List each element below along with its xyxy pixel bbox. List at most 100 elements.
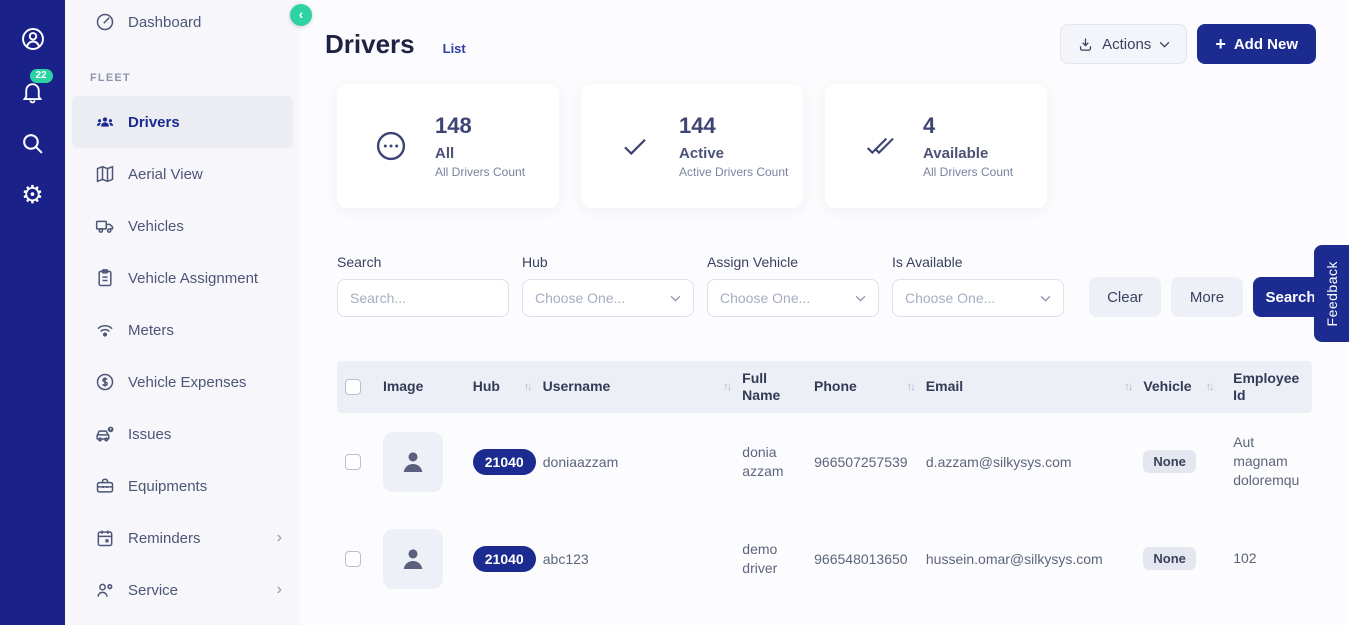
assign-vehicle-select[interactable]: Choose One...	[707, 279, 879, 317]
sidebar-item-label: Issues	[128, 425, 172, 443]
actions-button[interactable]: Actions	[1060, 24, 1188, 64]
car-alert-icon	[96, 426, 114, 442]
hub-cell: 21040	[467, 448, 537, 475]
sidebar-item-drivers[interactable]: Drivers	[72, 96, 293, 148]
filter-hub: Hub Choose One...	[522, 254, 694, 317]
hub-badge: 21040	[472, 448, 536, 475]
add-new-button-label: Add New	[1233, 35, 1298, 53]
employee-id-cell: Aut magnam doloremqu	[1233, 434, 1300, 488]
is-available-filter-label: Is Available	[892, 254, 963, 270]
sidebar-item-label: Equipments	[128, 477, 208, 495]
sidebar-item-label: Reminders	[128, 529, 201, 547]
hub-select-value: Choose One...	[535, 290, 626, 306]
vehicle-cell: None	[1137, 547, 1227, 570]
sort-icon[interactable]: ↑↓	[901, 381, 916, 393]
sidebar-collapse-button[interactable]: ‹	[290, 4, 312, 26]
vehicle-none-badge: None	[1143, 450, 1196, 473]
table-row[interactable]: 21040 abc123 demo driver 966548013650 hu…	[337, 510, 1312, 607]
column-header-phone[interactable]: Phone ↑↓	[808, 378, 920, 396]
stat-card-text: 144 Active Active Drivers Count	[679, 113, 788, 179]
app-window: 22 ⚙ Dashboard FLEET Drivers Aerial View…	[0, 0, 1349, 625]
sidebar-item-vehicles[interactable]: Vehicles	[65, 200, 300, 252]
actions-button-label: Actions	[1102, 35, 1152, 53]
column-header-email[interactable]: Email ↑↓	[920, 378, 1138, 396]
stat-value: 4	[923, 113, 936, 138]
select-all-checkbox[interactable]	[345, 379, 361, 395]
select-all-cell	[337, 379, 377, 395]
stats-row: 148 All All Drivers Count 144 Active Act…	[300, 64, 1349, 208]
dashboard-icon	[96, 13, 114, 31]
drivers-table: Image Hub ↑↓ Username ↑↓ Full Name Phone…	[337, 361, 1312, 607]
table-header-row: Image Hub ↑↓ Username ↑↓ Full Name Phone…	[337, 361, 1312, 413]
table-row[interactable]: 21040 doniaazzam donia azzam 96650725753…	[337, 413, 1312, 510]
person-icon	[403, 451, 423, 472]
hub-filter-label: Hub	[522, 254, 548, 270]
feedback-tab[interactable]: Feedback	[1314, 245, 1349, 342]
check-icon	[615, 131, 655, 161]
sort-icon[interactable]: ↑↓	[1118, 381, 1133, 393]
feedback-tab-label: Feedback	[1323, 260, 1340, 327]
sidebar-item-service[interactable]: Service ›	[65, 564, 300, 616]
sidebar-item-equipments[interactable]: Equipments	[65, 460, 300, 512]
breadcrumb[interactable]: List	[443, 41, 466, 56]
vehicle-none-badge: None	[1143, 547, 1196, 570]
sidebar-item-label: Service	[128, 581, 179, 599]
sidebar-item-vehicle-expenses[interactable]: Vehicle Expenses	[65, 356, 300, 408]
filter-search: Search	[337, 254, 509, 317]
filter-is-available: Is Available Choose One...	[892, 254, 1064, 317]
stat-sublabel: Active Drivers Count	[679, 165, 789, 179]
sidebar-item-label: Dashboard	[128, 13, 202, 31]
sidebar-item-label: Drivers	[128, 113, 180, 131]
stat-value: 148	[435, 113, 472, 138]
avatar	[382, 528, 443, 589]
row-checkbox[interactable]	[345, 453, 361, 470]
drivers-icon	[96, 117, 114, 127]
search-icon[interactable]	[20, 130, 46, 156]
chevron-down-icon	[1159, 41, 1170, 48]
sidebar-item-meters[interactable]: Meters	[65, 304, 300, 356]
column-header-hub[interactable]: Hub ↑↓	[467, 378, 537, 396]
sidebar-item-aerial-view[interactable]: Aerial View	[65, 148, 300, 200]
more-button[interactable]: More	[1171, 277, 1243, 317]
row-checkbox[interactable]	[345, 550, 361, 567]
is-available-select[interactable]: Choose One...	[892, 279, 1064, 317]
clipboard-icon	[98, 269, 112, 287]
main-content: Drivers List Actions + Add New 148 All A…	[300, 0, 1349, 625]
stat-card-text: 148 All All Drivers Count	[435, 113, 525, 179]
stat-label: All	[435, 145, 455, 162]
settings-gear-icon[interactable]: ⚙	[20, 182, 46, 208]
column-header-full-name: Full Name	[742, 369, 781, 404]
driver-image-cell	[377, 431, 467, 492]
meter-signal-icon	[97, 325, 113, 337]
column-header-username[interactable]: Username ↑↓	[537, 378, 737, 396]
sort-icon[interactable]: ↑↓	[717, 381, 732, 393]
sidebar-item-vehicle-assignment[interactable]: Vehicle Assignment	[65, 252, 300, 304]
column-header-vehicle[interactable]: Vehicle ↑↓	[1137, 378, 1227, 396]
sidebar-item-reminders[interactable]: Reminders ›	[65, 512, 300, 564]
notifications-bell-icon[interactable]: 22	[20, 69, 53, 104]
stat-card-all[interactable]: 148 All All Drivers Count	[337, 84, 559, 208]
stat-card-available[interactable]: 4 Available All Drivers Count	[825, 84, 1047, 208]
username-cell: abc123	[542, 550, 589, 567]
clear-button[interactable]: Clear	[1089, 277, 1161, 317]
full-name-cell: demo driver	[742, 540, 778, 576]
chevron-right-icon: ›	[276, 581, 282, 598]
toolbox-icon	[96, 478, 114, 493]
sidebar-item-issues[interactable]: Issues	[65, 408, 300, 460]
service-person-gear-icon	[97, 583, 113, 597]
download-icon	[1080, 37, 1092, 51]
assign-vehicle-filter-label: Assign Vehicle	[707, 254, 799, 270]
phone-cell: 966548013650	[814, 550, 908, 567]
add-new-button[interactable]: + Add New	[1197, 24, 1316, 64]
sort-icon[interactable]: ↑↓	[518, 381, 533, 393]
page-header: Drivers List Actions + Add New	[300, 0, 1349, 64]
stat-card-active[interactable]: 144 Active Active Drivers Count	[581, 84, 803, 208]
hub-select[interactable]: Choose One...	[522, 279, 694, 317]
ellipsis-circle-icon	[371, 128, 411, 164]
sort-icon[interactable]: ↑↓	[1200, 381, 1215, 393]
sidebar-item-dashboard[interactable]: Dashboard	[65, 0, 300, 44]
dollar-circle-icon	[96, 373, 114, 391]
profile-icon[interactable]	[20, 26, 46, 52]
map-icon	[96, 165, 114, 183]
search-input[interactable]	[337, 279, 509, 317]
